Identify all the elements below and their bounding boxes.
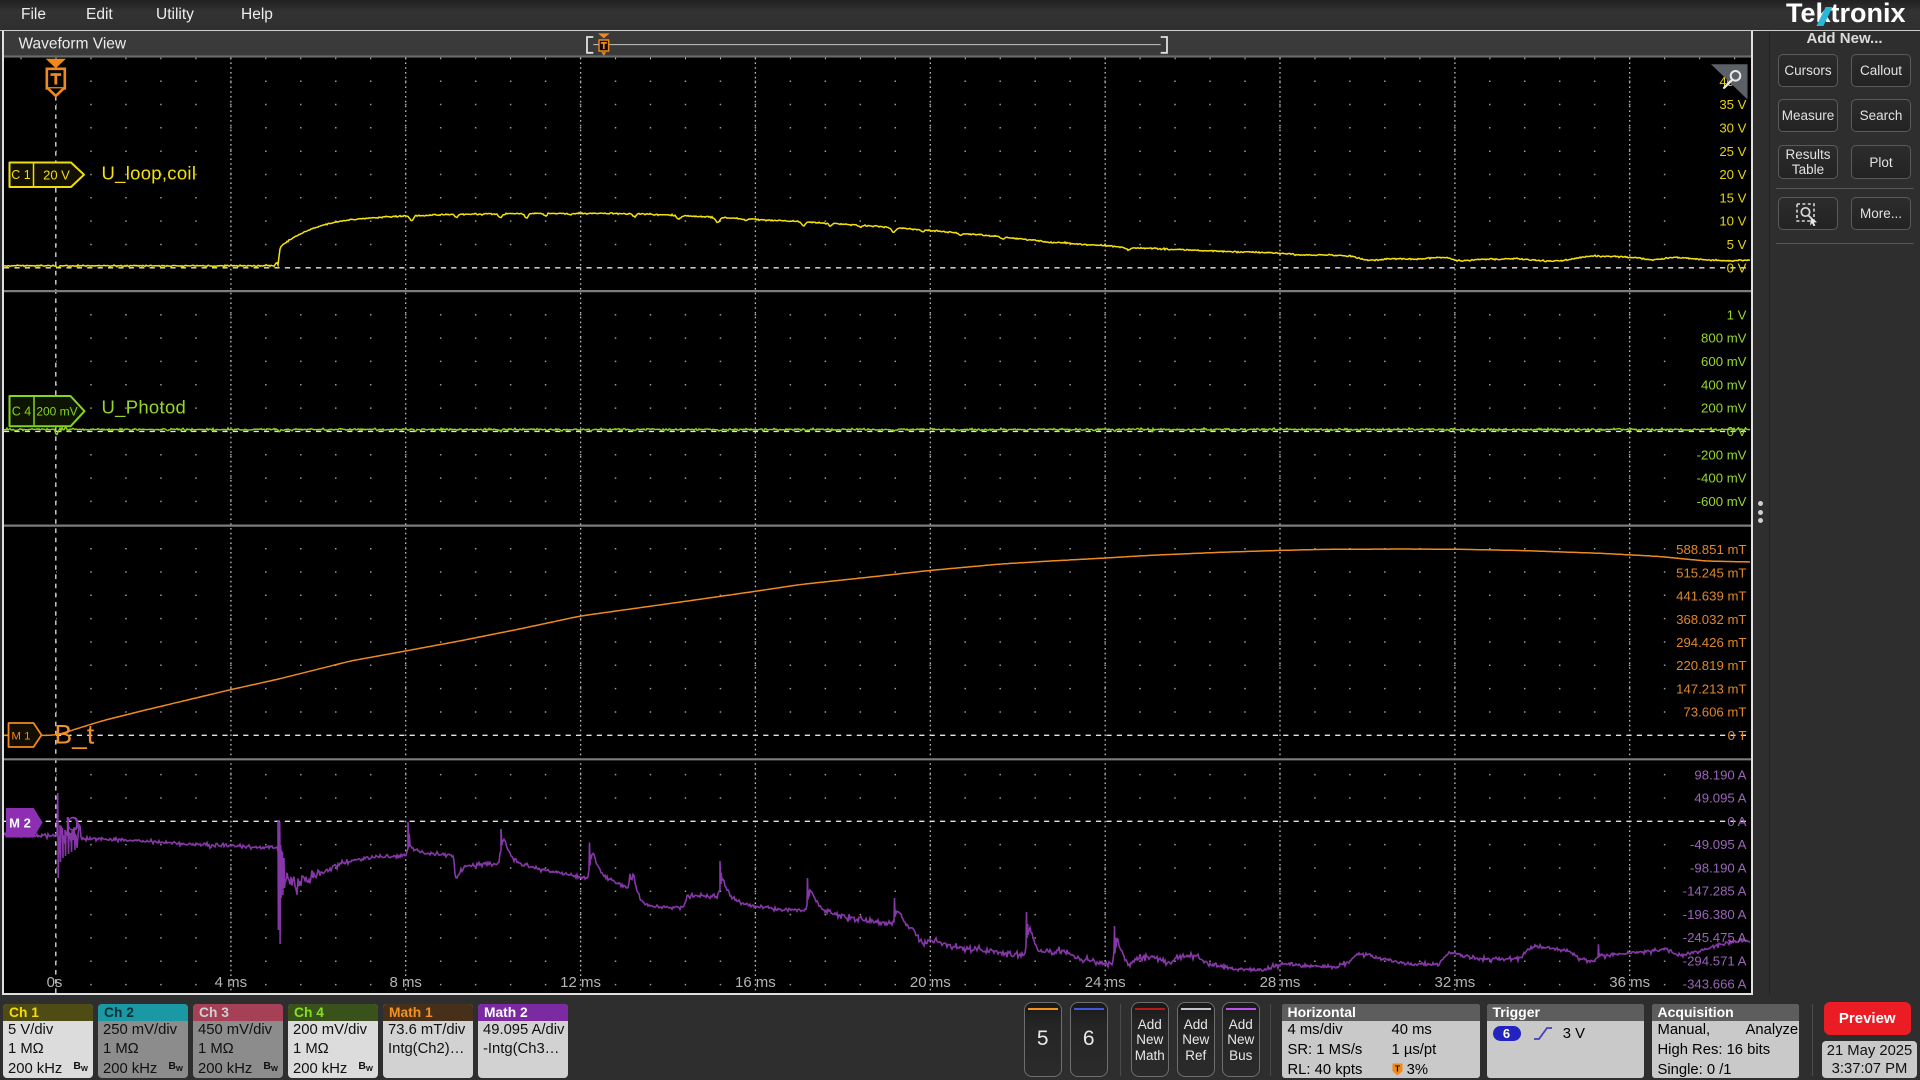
svg-text:4 ms: 4 ms: [214, 974, 246, 991]
svg-text:400 mV: 400 mV: [1701, 377, 1747, 392]
svg-text:515.245 mT: 515.245 mT: [1676, 565, 1746, 580]
svg-text:800 mV: 800 mV: [1701, 331, 1747, 346]
svg-text:25 V: 25 V: [1719, 144, 1746, 159]
svg-text:T: T: [1394, 1063, 1400, 1073]
svg-text:441.639 mT: 441.639 mT: [1676, 588, 1746, 603]
svg-text:368.032 mT: 368.032 mT: [1676, 612, 1746, 627]
svg-text:600 mV: 600 mV: [1701, 354, 1747, 369]
svg-text:-245.475 A: -245.475 A: [1682, 930, 1746, 945]
svg-text:0 A: 0 A: [1727, 814, 1746, 829]
svg-text:49.095 A: 49.095 A: [1694, 791, 1746, 806]
svg-text:12 ms: 12 ms: [560, 974, 601, 991]
svg-text:-343.666 A: -343.666 A: [1682, 976, 1746, 991]
svg-text:5 V: 5 V: [1726, 237, 1746, 252]
svg-text:73.606 mT: 73.606 mT: [1683, 705, 1746, 720]
svg-text:147.213 mT: 147.213 mT: [1676, 681, 1746, 696]
svg-text:M 1: M 1: [11, 730, 30, 742]
svg-text:-294.571 A: -294.571 A: [1682, 953, 1746, 968]
svg-text:16 ms: 16 ms: [734, 974, 775, 991]
svg-text:Waveform View: Waveform View: [18, 36, 126, 53]
svg-text:200 mV: 200 mV: [1701, 401, 1747, 416]
svg-text:32 ms: 32 ms: [1434, 974, 1475, 991]
svg-text:98.190 A: 98.190 A: [1694, 767, 1746, 782]
svg-text:U_Photod: U_Photod: [101, 396, 186, 418]
svg-text:p: p: [65, 806, 79, 836]
svg-text:U_loop,coil: U_loop,coil: [101, 162, 196, 184]
svg-text:20 ms: 20 ms: [909, 974, 950, 991]
svg-text:1 V: 1 V: [1726, 307, 1746, 322]
svg-text:15 V: 15 V: [1719, 190, 1746, 205]
svg-text:24 ms: 24 ms: [1084, 974, 1125, 991]
svg-text:0 T: 0 T: [1727, 728, 1746, 743]
svg-text:B_t: B_t: [54, 719, 94, 749]
svg-text:-400 mV: -400 mV: [1696, 471, 1746, 486]
svg-text:36 ms: 36 ms: [1609, 974, 1650, 991]
svg-text:-49.095 A: -49.095 A: [1690, 837, 1747, 852]
svg-text:10 V: 10 V: [1719, 214, 1746, 229]
svg-text:220.819 mT: 220.819 mT: [1676, 658, 1746, 673]
svg-text:-147.285 A: -147.285 A: [1682, 884, 1746, 899]
svg-text:28 ms: 28 ms: [1259, 974, 1300, 991]
svg-text:-98.190 A: -98.190 A: [1690, 860, 1747, 875]
svg-text:200 mV: 200 mV: [36, 404, 77, 418]
svg-text:M 2: M 2: [9, 815, 31, 830]
svg-text:0 V: 0 V: [1726, 260, 1746, 275]
svg-text:30 V: 30 V: [1719, 120, 1746, 135]
svg-text:35 V: 35 V: [1719, 97, 1746, 112]
svg-text:8 ms: 8 ms: [389, 974, 421, 991]
svg-text:588.851 mT: 588.851 mT: [1676, 542, 1746, 557]
svg-text:-200 mV: -200 mV: [1696, 447, 1746, 462]
svg-text:294.426 mT: 294.426 mT: [1676, 635, 1746, 650]
svg-text:20 V: 20 V: [43, 167, 70, 182]
svg-text:C 1: C 1: [11, 168, 30, 182]
svg-text:C 4: C 4: [11, 404, 30, 418]
svg-text:-600 mV: -600 mV: [1696, 494, 1746, 509]
svg-text:0 V: 0 V: [1726, 424, 1746, 439]
svg-text:-196.380 A: -196.380 A: [1682, 907, 1746, 922]
svg-text:0s: 0s: [46, 974, 62, 991]
svg-text:20 V: 20 V: [1719, 167, 1746, 182]
